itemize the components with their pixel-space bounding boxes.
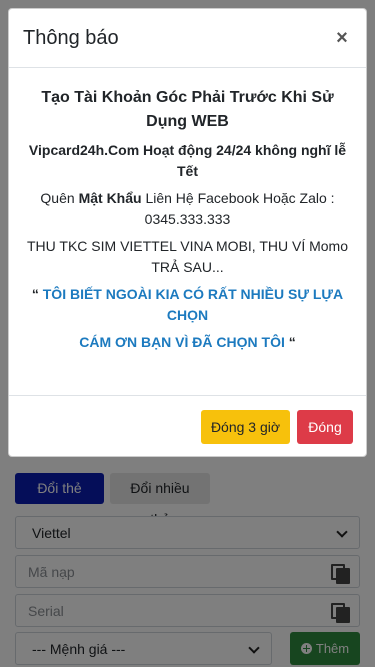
notice-quote-2: CÁM ƠN BẠN VÌ ĐÃ CHỌN TÔI “ (79, 334, 296, 350)
notice-services: THU TKC SIM VIETTEL VINA MOBI, THU VÍ Mo… (26, 238, 348, 275)
notice-quote-1: “ TÔI BIẾT NGOÀI KIA CÓ RẤT NHIỀU SỰ LỰA… (31, 286, 344, 323)
close-button[interactable]: Đóng (297, 409, 353, 444)
close-icon[interactable]: × (332, 27, 352, 50)
notice-contact: Quên Mật Khẩu Liên Hệ Facebook Hoặc Zalo… (40, 190, 335, 227)
notice-hours: Vipcard24h.Com Hoạt động 24/24 không ngh… (28, 142, 347, 179)
close-3-hours-button[interactable]: Đóng 3 giờ (201, 409, 290, 444)
quote-close: “ (284, 334, 296, 350)
quote-open: “ (31, 286, 43, 302)
modal-body: Tạo Tài Khoản Góc Phải Trước Khi Sử Dụng… (9, 68, 366, 395)
modal-header: Thông báo × (9, 9, 366, 68)
modal-title: Thông báo (23, 26, 119, 49)
notice-heading: Tạo Tài Khoản Góc Phải Trước Khi Sử Dụng… (41, 89, 334, 130)
modal-footer: Đóng 3 giờ Đóng (9, 395, 366, 457)
notice-modal: Thông báo × Tạo Tài Khoản Góc Phải Trước… (8, 8, 367, 457)
